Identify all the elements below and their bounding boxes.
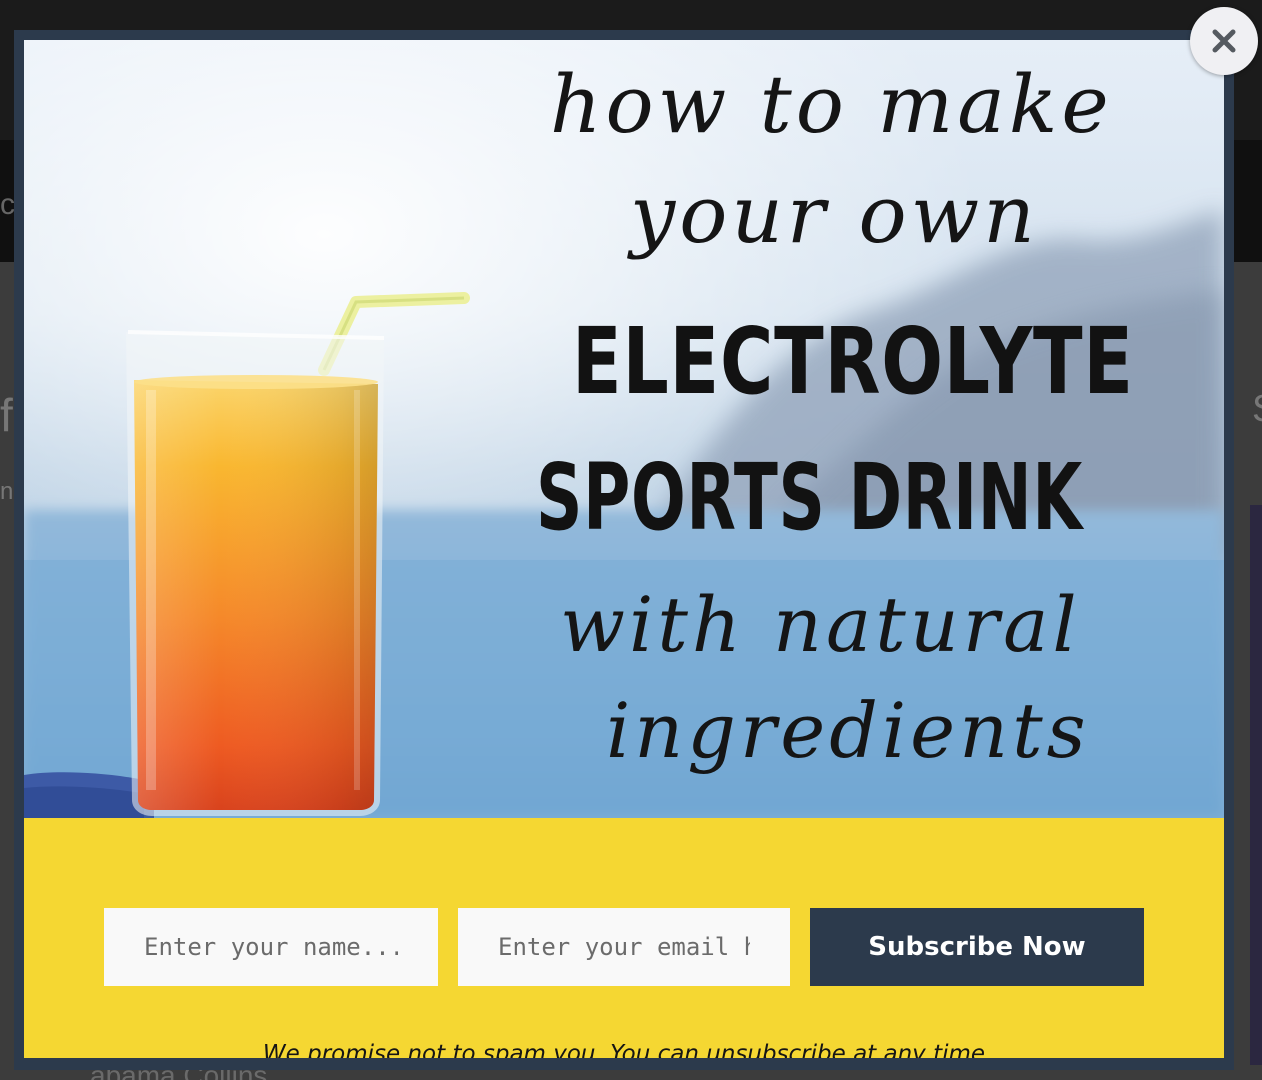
headline-line: with natural xyxy=(560,580,1081,669)
signup-form: Subscribe Now We promise not to spam you… xyxy=(24,818,1224,1058)
headline-line: your own xyxy=(630,168,1039,261)
headline-line: ELECTROLYTE xyxy=(572,308,1134,415)
background-text-fragment: c xyxy=(0,188,15,221)
close-icon xyxy=(1212,29,1236,53)
email-input[interactable] xyxy=(458,908,790,986)
subscribe-popup: how to make your own ELECTROLYTE SPORTS … xyxy=(24,40,1224,1058)
hero-image: how to make your own ELECTROLYTE SPORTS … xyxy=(24,40,1224,818)
background-sidebar-card xyxy=(1250,505,1262,1065)
close-button[interactable] xyxy=(1190,7,1258,75)
hero-headline: how to make your own ELECTROLYTE SPORTS … xyxy=(24,40,1224,818)
headline-line: how to make xyxy=(550,58,1113,151)
subscribe-button[interactable]: Subscribe Now xyxy=(810,908,1144,986)
name-input[interactable] xyxy=(104,908,438,986)
spam-disclaimer: We promise not to spam you. You can unsu… xyxy=(262,1041,986,1058)
headline-line: SPORTS DRINK xyxy=(536,444,1083,551)
background-text-fragment: S xyxy=(1252,388,1262,431)
headline-line: ingredients xyxy=(606,686,1090,775)
